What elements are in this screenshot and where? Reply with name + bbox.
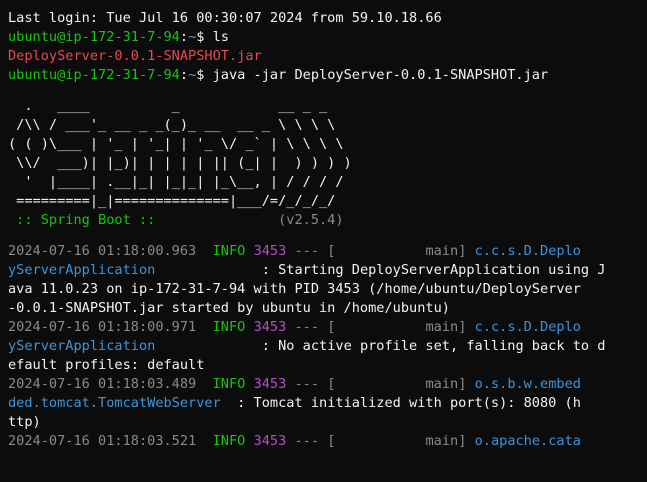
prompt-user: ubuntu@ip-172-31-7-94 [8,29,180,45]
terminal-window[interactable]: Last login: Tue Jul 16 00:30:07 2024 fro… [0,0,647,482]
spring-banner: . ____ _ __ _ _ /\\ / ___'_ __ _ _(_)_ _… [8,97,647,230]
log-timestamp: 2024-07-16 01:18:00.971 [8,319,197,335]
log-thread-prefix: --- [ [286,376,426,392]
log-logger-cont: yServerApplication [8,262,156,278]
banner-line: \\/ ___)| |_)| | | | | || (_| | ) ) ) ) [8,155,352,171]
log-level: INFO [212,433,246,449]
prompt-user: ubuntu@ip-172-31-7-94 [8,67,180,83]
banner-line: ' |____| .__|_| |_|_| |_\__, | / / / / [8,174,344,190]
log-line: 2024-07-16 01:18:00.971 INFO 3453 --- [ … [8,319,581,335]
log-level: INFO [212,243,246,259]
log-message: : Starting DeployServerApplication using… [261,262,606,278]
log-logger-cont: yServerApplication [8,338,156,354]
prompt-separator: : [179,67,189,83]
log-message: : No active profile set, falling back to… [261,338,606,354]
log-message-cont: -0.0.1-SNAPSHOT.jar started by ubuntu in… [8,300,450,316]
log-line: 2024-07-16 01:18:03.489 INFO 3453 --- [ … [8,376,581,392]
banner-line: /\\ / ___'_ __ _ _(_)_ __ __ _ \ \ \ \ [8,117,336,133]
log-pid: 3453 [253,319,287,335]
log-pid: 3453 [253,243,287,259]
log-thread: main [425,433,459,449]
log-logger: o.s.b.w.embed [474,376,581,392]
spring-boot-version: (v2.5.4) [278,212,344,228]
prompt-line-ls: ubuntu@ip-172-31-7-94:~$ ls [8,28,647,47]
log-message-cont: efault profiles: default [8,357,205,373]
command-text: ls [204,29,229,45]
log-line: yServerApplication : Starting DeployServ… [8,261,647,280]
command-text: java -jar DeployServer-0.0.1-SNAPSHOT.ja… [204,67,549,83]
log-pid: 3453 [253,376,287,392]
ls-output: DeployServer-0.0.1-SNAPSHOT.jar [8,48,262,64]
spring-boot-label: :: Spring Boot :: [8,212,164,228]
log-line: ded.tomcat.TomcatWebServer : Tomcat init… [8,394,647,413]
log-thread-prefix: --- [ [286,433,426,449]
banner-line: ( ( )\___ | '_ | '_| | '_ \/ _` | \ \ \ … [8,136,344,152]
log-logger: c.c.s.D.Deplo [474,319,581,335]
log-timestamp: 2024-07-16 01:18:03.521 [8,433,197,449]
log-logger: o.apache.cata [474,433,581,449]
log-line: 2024-07-16 01:18:00.963 INFO 3453 --- [ … [8,243,581,259]
last-login-line: Last login: Tue Jul 16 00:30:07 2024 fro… [8,10,442,26]
log-level: INFO [212,319,246,335]
log-thread-prefix: --- [ [286,243,426,259]
log-timestamp: 2024-07-16 01:18:00.963 [8,243,197,259]
banner-line: . ____ _ __ _ _ [8,98,328,114]
log-line: 2024-07-16 01:18:03.521 INFO 3453 --- [ … [8,433,581,449]
log-level: INFO [212,376,246,392]
prompt-line-java: ubuntu@ip-172-31-7-94:~$ java -jar Deplo… [8,66,647,85]
log-thread-prefix: --- [ [286,319,426,335]
log-thread: main [425,243,459,259]
log-logger-cont: ded.tomcat.TomcatWebServer [8,395,221,411]
log-message: : Tomcat initialized with port(s): 8080 … [237,395,581,411]
log-timestamp: 2024-07-16 01:18:03.489 [8,376,197,392]
spring-boot-label-line: :: Spring Boot :: (v2.5.4) [8,211,647,230]
log-line: yServerApplication : No active profile s… [8,337,647,356]
log-message-cont: ava 11.0.23 on ip-172-31-7-94 with PID 3… [8,281,581,297]
log-thread: main [425,319,459,335]
banner-line: =========|_|==============|___/=/_/_/_/ [8,193,336,209]
log-thread: main [425,376,459,392]
log-message-cont: ttp) [8,414,41,430]
log-logger: c.c.s.D.Deplo [474,243,581,259]
prompt-separator: : [179,29,189,45]
log-pid: 3453 [253,433,287,449]
